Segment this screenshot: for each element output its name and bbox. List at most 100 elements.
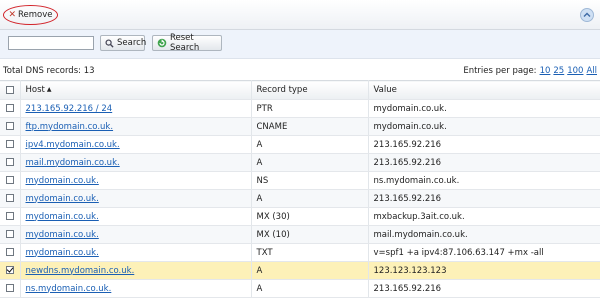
search-input[interactable] xyxy=(8,36,94,50)
row-checkbox[interactable] xyxy=(6,266,14,274)
host-link[interactable]: newdns.mydomain.co.uk. xyxy=(26,266,135,276)
host-link[interactable]: ns.mydomain.co.uk. xyxy=(26,284,112,294)
column-header-value[interactable]: Value xyxy=(368,80,600,100)
reset-search-button-label: Reset Search xyxy=(170,33,200,53)
record-type-cell: PTR xyxy=(251,99,369,118)
row-checkbox[interactable] xyxy=(6,212,14,220)
row-checkbox[interactable] xyxy=(6,194,14,202)
table-row[interactable]: newdns.mydomain.co.uk. A 123.123.123.123 xyxy=(0,261,600,280)
reset-search-button[interactable]: Reset Search xyxy=(152,33,222,53)
column-header-host[interactable]: Host ▲ xyxy=(20,80,252,100)
value-cell: mxbackup.3ait.co.uk. xyxy=(368,207,600,226)
row-checkbox[interactable] xyxy=(6,140,14,148)
row-select-cell xyxy=(0,225,21,244)
page-size-all[interactable]: All xyxy=(586,66,597,76)
record-type-cell: A xyxy=(251,135,369,154)
value-cell: 213.165.92.216 xyxy=(368,279,600,298)
host-cell: 213.165.92.216 / 24 xyxy=(20,99,252,118)
row-checkbox[interactable] xyxy=(6,230,14,238)
table-row[interactable]: mydomain.co.uk. NS ns.mydomain.co.uk. xyxy=(0,171,600,190)
search-button-label: Search xyxy=(117,38,147,48)
table-row[interactable]: 213.165.92.216 / 24 PTR mydomain.co.uk. xyxy=(0,99,600,118)
host-cell: mail.mydomain.co.uk. xyxy=(20,153,252,172)
host-cell: ipv4.mydomain.co.uk. xyxy=(20,135,252,154)
row-select-cell xyxy=(0,189,21,208)
table-row[interactable]: mydomain.co.uk. MX (30) mxbackup.3ait.co.u… xyxy=(0,207,600,226)
column-header-record-type[interactable]: Record type xyxy=(251,80,369,100)
row-select-cell xyxy=(0,243,21,262)
chevron-up-icon xyxy=(583,12,591,17)
host-cell: mydomain.co.uk. xyxy=(20,225,252,244)
select-all-checkbox[interactable] xyxy=(6,85,14,94)
remove-button[interactable]: ✕ Remove xyxy=(3,5,58,25)
entries-per-page-label: Entries per page: xyxy=(463,66,537,76)
host-link[interactable]: mydomain.co.uk. xyxy=(26,248,99,258)
host-cell: mydomain.co.uk. xyxy=(20,189,252,208)
record-type-cell: A xyxy=(251,279,369,298)
value-cell: mydomain.co.uk. xyxy=(368,99,600,118)
value-cell: v=spf1 +a ipv4:87.106.63.147 +mx -all xyxy=(368,243,600,262)
collapse-panel-button[interactable] xyxy=(580,8,594,22)
row-checkbox[interactable] xyxy=(6,122,14,130)
record-type-cell: TXT xyxy=(251,243,369,262)
host-link[interactable]: mydomain.co.uk. xyxy=(26,176,99,186)
row-checkbox[interactable] xyxy=(6,284,14,292)
record-type-cell: CNAME xyxy=(251,117,369,136)
record-type-cell: NS xyxy=(251,171,369,190)
toolbar: ✕ Remove xyxy=(0,0,600,30)
entries-per-page: Entries per page: 10 25 100 All xyxy=(463,66,597,76)
row-select-cell xyxy=(0,261,21,280)
total-records-label: Total DNS records: 13 xyxy=(3,66,95,76)
row-checkbox[interactable] xyxy=(6,104,14,112)
value-cell: ns.mydomain.co.uk. xyxy=(368,171,600,190)
host-cell: mydomain.co.uk. xyxy=(20,171,252,190)
sort-ascending-icon: ▲ xyxy=(46,86,52,93)
host-cell: ftp.mydomain.co.uk. xyxy=(20,117,252,136)
row-select-cell xyxy=(0,135,21,154)
value-cell: 123.123.123.123 xyxy=(368,261,600,280)
host-link[interactable]: ipv4.mydomain.co.uk. xyxy=(26,140,120,150)
row-select-cell xyxy=(0,99,21,118)
value-cell: 213.165.92.216 xyxy=(368,135,600,154)
record-type-cell: A xyxy=(251,189,369,208)
page-size-10[interactable]: 10 xyxy=(540,66,551,76)
host-link[interactable]: mydomain.co.uk. xyxy=(26,230,99,240)
table-header-row: Host ▲ Record type Value xyxy=(0,80,600,100)
table-row[interactable]: ns.mydomain.co.uk. A 213.165.92.216 xyxy=(0,279,600,298)
host-link[interactable]: mydomain.co.uk. xyxy=(26,212,99,222)
row-checkbox[interactable] xyxy=(6,158,14,166)
table-row[interactable]: mail.mydomain.co.uk. A 213.165.92.216 xyxy=(0,153,600,172)
table-row[interactable]: ftp.mydomain.co.uk. CNAME mydomain.co.uk. xyxy=(0,117,600,136)
record-type-header-label: Record type xyxy=(256,85,308,95)
table-row[interactable]: mydomain.co.uk. MX (10) mail.mydomain.co.u… xyxy=(0,225,600,244)
host-link[interactable]: mail.mydomain.co.uk. xyxy=(26,158,120,168)
row-select-cell xyxy=(0,207,21,226)
page-size-25[interactable]: 25 xyxy=(553,66,564,76)
row-checkbox[interactable] xyxy=(6,248,14,256)
record-type-cell: A xyxy=(251,261,369,280)
value-cell: 213.165.92.216 xyxy=(368,189,600,208)
select-all-cell xyxy=(0,80,21,100)
table-row[interactable]: mydomain.co.uk. A 213.165.92.216 xyxy=(0,189,600,208)
record-type-cell: MX (10) xyxy=(251,225,369,244)
host-link[interactable]: mydomain.co.uk. xyxy=(26,194,99,204)
host-link[interactable]: ftp.mydomain.co.uk. xyxy=(26,122,114,132)
host-cell: ns.mydomain.co.uk. xyxy=(20,279,252,298)
remove-button-label: Remove xyxy=(18,10,53,20)
page-size-100[interactable]: 100 xyxy=(567,66,583,76)
search-icon xyxy=(105,38,114,48)
row-select-cell xyxy=(0,117,21,136)
search-button[interactable]: Search xyxy=(100,35,147,51)
value-cell: mail.mydomain.co.uk. xyxy=(368,225,600,244)
table-row[interactable]: ipv4.mydomain.co.uk. A 213.165.92.216 xyxy=(0,135,600,154)
record-type-cell: A xyxy=(251,153,369,172)
host-cell: newdns.mydomain.co.uk. xyxy=(20,261,252,280)
table-row[interactable]: mydomain.co.uk. TXT v=spf1 +a ipv4:87.106.… xyxy=(0,243,600,262)
value-header-label: Value xyxy=(373,85,397,95)
host-link[interactable]: 213.165.92.216 / 24 xyxy=(26,104,113,114)
row-checkbox[interactable] xyxy=(6,176,14,184)
reset-icon xyxy=(157,38,167,48)
row-select-cell xyxy=(0,171,21,190)
host-cell: mydomain.co.uk. xyxy=(20,207,252,226)
remove-x-icon: ✕ xyxy=(8,9,17,20)
